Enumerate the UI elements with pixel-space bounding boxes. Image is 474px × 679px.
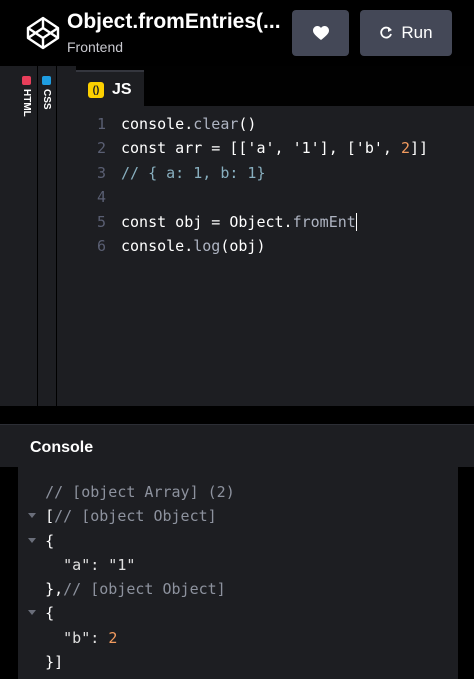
console-line: { xyxy=(18,601,458,625)
console-line: [// [object Object] xyxy=(18,504,458,528)
line-number: 1 xyxy=(96,115,106,133)
console-line: }] xyxy=(45,653,64,672)
line-number: 4 xyxy=(96,188,106,207)
code-line[interactable]: 3 // { a: 1, b: 1} xyxy=(76,161,474,185)
header: Object.fromEntries(... Frontend Run xyxy=(0,0,474,66)
css-badge-icon xyxy=(42,76,51,85)
code-text: console.log(obj) xyxy=(121,236,266,255)
pen-title[interactable]: Object.fromEntries(... xyxy=(67,10,281,34)
text-cursor xyxy=(355,213,357,232)
line-number: 6 xyxy=(96,236,106,255)
code-line[interactable]: 6 console.log(obj) xyxy=(76,234,474,258)
console-line: },// [object Object] xyxy=(45,580,226,599)
js-tabbar: () JS xyxy=(76,66,474,108)
code-line[interactable]: 2 const arr = [['a', '1'], ['b', 2]] xyxy=(76,136,474,160)
console-line: // [object Array] (2) xyxy=(45,483,235,501)
js-badge-icon: () xyxy=(88,82,104,98)
tab-html-label: HTML xyxy=(21,89,32,117)
resize-handle[interactable] xyxy=(0,406,474,424)
heart-icon xyxy=(312,25,329,40)
html-badge-icon xyxy=(22,76,31,85)
console-output: // [object Array] (2) [// [object Object… xyxy=(18,466,458,679)
caret-down-icon[interactable] xyxy=(28,610,36,616)
code-editor[interactable]: 1 console.clear() 2 const arr = [['a', '1']… xyxy=(76,112,474,258)
tab-css[interactable]: CSS xyxy=(37,66,57,406)
js-editor-pane[interactable]: () JS 1 console.clear() 2 const arr = [['a'… xyxy=(76,66,474,406)
console-line: { xyxy=(18,529,458,553)
heart-button[interactable] xyxy=(292,10,349,56)
console-line: "a": "1" xyxy=(63,555,136,574)
code-text: // { a: 1, b: 1} xyxy=(121,163,266,182)
code-text: const arr = [['a', '1'], ['b', 2]] xyxy=(121,139,429,158)
console-line: "b": 2 xyxy=(63,628,118,647)
run-button[interactable]: Run xyxy=(360,10,452,56)
tab-js[interactable]: () JS xyxy=(76,70,144,108)
caret-down-icon[interactable] xyxy=(28,537,36,543)
tab-js-label: JS xyxy=(112,81,132,98)
code-line[interactable]: 5 const obj = Object.fromEnt xyxy=(76,210,474,234)
console-header: Console xyxy=(0,424,474,467)
console-title: Console xyxy=(30,439,94,456)
line-number: 3 xyxy=(96,163,106,182)
run-label: Run xyxy=(401,23,433,42)
code-line[interactable]: 1 console.clear() xyxy=(76,112,474,136)
code-text: console.clear() xyxy=(121,115,257,133)
tab-css-label: CSS xyxy=(41,89,52,110)
line-number: 5 xyxy=(96,212,106,231)
pen-subtitle: Frontend xyxy=(67,39,124,55)
code-text: const obj = Object.fromEnt xyxy=(121,212,357,232)
caret-down-icon[interactable] xyxy=(28,513,36,519)
tab-html[interactable]: HTML xyxy=(18,66,36,406)
code-line[interactable]: 4 xyxy=(76,185,474,209)
codepen-logo-icon[interactable] xyxy=(26,16,60,50)
line-number: 2 xyxy=(96,139,106,158)
refresh-icon xyxy=(380,26,393,39)
